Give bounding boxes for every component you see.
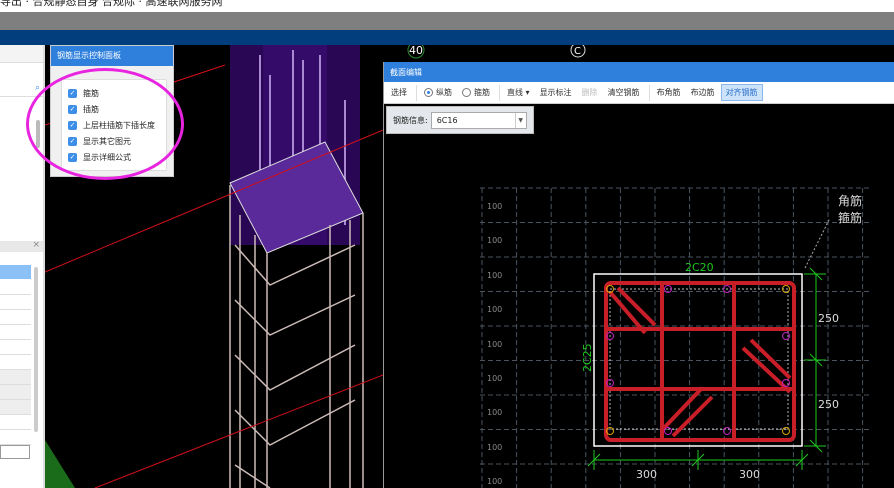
axis-label-c: C <box>574 46 581 57</box>
top-strip: 导出 · 合规静态自身 合规际 · 高速联网服务网 <box>0 0 894 12</box>
chevron-down-icon: ▾ <box>525 88 530 97</box>
list-item[interactable] <box>0 310 31 325</box>
input-field[interactable] <box>0 445 30 459</box>
list-item[interactable] <box>0 430 31 445</box>
radio-label: 箍筋 <box>474 88 490 97</box>
list-item[interactable] <box>0 415 31 430</box>
align-rebar-button[interactable]: 对齐钢筋 <box>720 84 763 101</box>
delete-button[interactable]: 删除 <box>578 85 602 100</box>
close-icon[interactable]: × <box>32 240 40 250</box>
show-annotation-button[interactable]: 显示标注 <box>536 85 576 100</box>
top-strip-text: 导出 · 合规静态自身 合规际 · 高速联网服务网 <box>0 0 223 8</box>
list-item[interactable] <box>0 280 31 295</box>
list-item[interactable] <box>0 400 31 415</box>
rebar-info-label: 钢筋信息: <box>393 115 428 125</box>
title-bar <box>0 30 894 45</box>
list-item[interactable] <box>0 355 31 370</box>
radio-label: 纵筋 <box>436 88 452 97</box>
list-item[interactable] <box>0 340 31 355</box>
list-item[interactable] <box>0 325 31 340</box>
green-element <box>45 440 75 488</box>
rebar-info-bar: 钢筋信息: 6C16 ▼ <box>386 106 534 134</box>
rebar-info-value: 6C16 <box>436 115 458 125</box>
list-scrollbar[interactable] <box>34 267 38 432</box>
sub-panel-header: × <box>0 240 43 252</box>
ribbon-bar <box>0 12 894 30</box>
clear-rebar-button[interactable]: 清空钢筋 <box>604 85 644 100</box>
rebar-info-select[interactable]: 6C16 ▼ <box>430 111 527 129</box>
radio-selected-icon <box>424 88 433 97</box>
list-item[interactable] <box>0 295 31 310</box>
section-editor-dialog: 截面编辑 选择 纵筋 箍筋 直线 ▾ 显示标注 删除 清空钢筋 布角筋 布边筋 … <box>383 62 894 488</box>
radio-icon <box>462 88 471 97</box>
dialog-title: 截面编辑 <box>384 62 894 82</box>
panel-header <box>0 45 43 63</box>
radio-longitudinal[interactable]: 纵筋 <box>420 85 456 100</box>
corner-rebar-button[interactable]: 布角筋 <box>653 85 685 100</box>
list-item-selected[interactable] <box>0 265 31 279</box>
axis-label-40: 40 <box>409 45 423 57</box>
select-button[interactable]: 选择 <box>387 85 411 100</box>
line-label: 直线 <box>507 88 523 97</box>
radio-stirrup[interactable]: 箍筋 <box>458 85 494 100</box>
list-item[interactable] <box>0 385 31 400</box>
highlight-ellipse <box>26 68 184 180</box>
toolbar: 选择 纵筋 箍筋 直线 ▾ 显示标注 删除 清空钢筋 布角筋 布边筋 对齐钢筋 <box>384 82 894 104</box>
chevron-down-icon[interactable]: ▼ <box>514 112 526 128</box>
panel-title: 钢筋显示控制面板 <box>51 46 173 66</box>
line-dropdown[interactable]: 直线 ▾ <box>503 85 534 100</box>
list-item[interactable] <box>0 370 31 385</box>
edge-rebar-button[interactable]: 布边筋 <box>687 85 719 100</box>
